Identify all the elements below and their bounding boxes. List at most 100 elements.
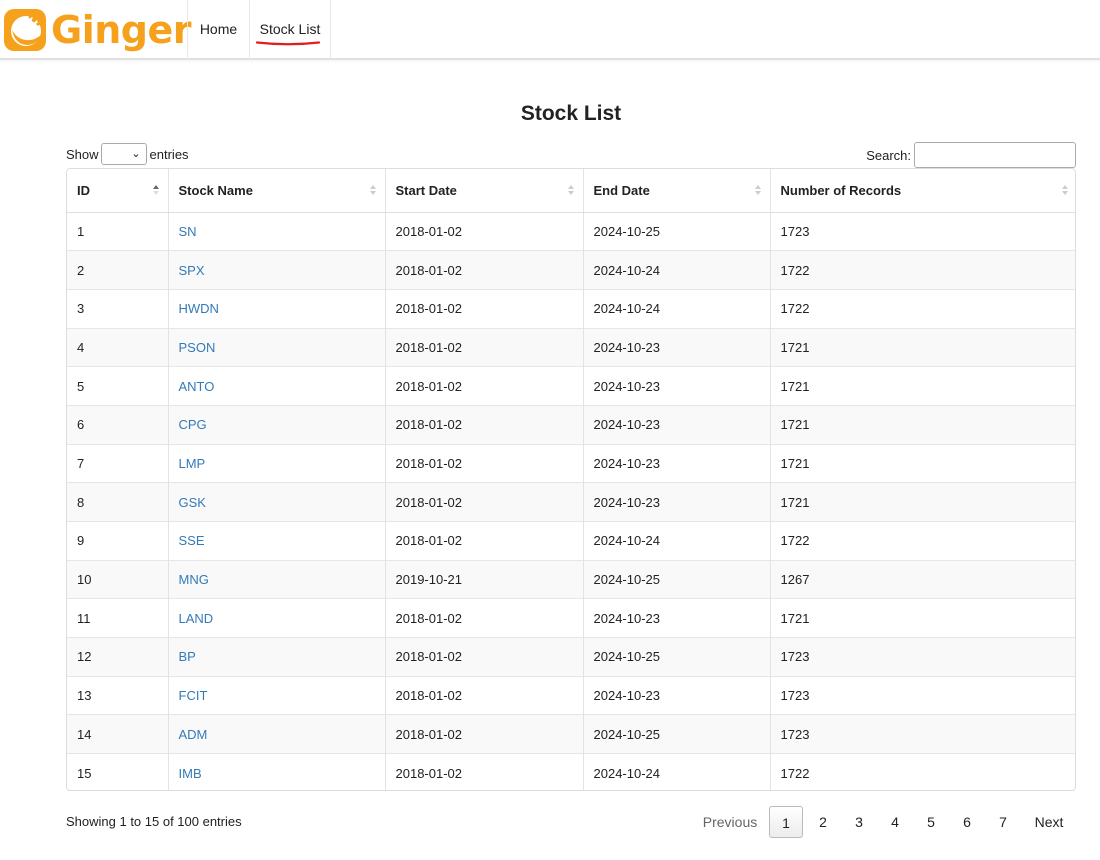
cell-id: 11	[67, 598, 168, 638]
cell-start-date: 2018-01-02	[384, 288, 583, 329]
stock-name-link[interactable]: CPG	[179, 417, 207, 432]
stock-name-link[interactable]: FCIT	[179, 688, 208, 703]
stock-name-link[interactable]: HWDN	[179, 301, 219, 316]
table-row: 4 PSON 2018-01-02 2024-10-23 1721	[67, 327, 1075, 367]
table-row: 3 HWDN 2018-01-02 2024-10-24 1722	[67, 288, 1075, 329]
ginger-logo-icon	[4, 9, 46, 51]
cell-stock-name: BP	[167, 637, 385, 677]
sort-icon	[567, 185, 574, 195]
cell-end-date: 2024-10-25	[582, 212, 770, 251]
column-header-label: ID	[77, 182, 90, 198]
stock-name-link[interactable]: MNG	[179, 572, 209, 587]
nav-home-label: Home	[199, 21, 238, 37]
stock-name-link[interactable]: BP	[179, 649, 196, 664]
nav-stock-list-label: Stock List	[259, 21, 321, 37]
table-row: 13 FCIT 2018-01-02 2024-10-23 1723	[67, 675, 1075, 715]
brand-name: Ginger	[51, 8, 191, 52]
stock-name-link[interactable]: SSE	[179, 533, 205, 548]
cell-record-count: 1722	[769, 753, 1075, 790]
column-header-label: End Date	[593, 182, 650, 198]
table-header-row: ID Stock Name Start Date End Date Number…	[67, 169, 1075, 213]
cell-record-count: 1721	[769, 598, 1075, 638]
search-control: Search:	[866, 142, 1076, 168]
stock-name-link[interactable]: SN	[179, 224, 197, 239]
cell-stock-name: SN	[167, 212, 385, 251]
pagination-page-5[interactable]: 5	[914, 806, 948, 838]
cell-start-date: 2018-01-02	[384, 327, 583, 367]
cell-record-count: 1721	[769, 366, 1075, 406]
column-header-start-date[interactable]: Start Date	[384, 169, 583, 213]
cell-end-date: 2024-10-23	[582, 366, 770, 406]
nav-home-link[interactable]: Home	[187, 0, 249, 60]
cell-start-date: 2018-01-02	[384, 714, 583, 754]
brand-logo[interactable]: Ginger	[3, 7, 191, 53]
pagination-page-4[interactable]: 4	[878, 806, 912, 838]
table-row: 9 SSE 2018-01-02 2024-10-24 1722	[67, 521, 1075, 561]
table-row: 7 LMP 2018-01-02 2024-10-23 1721	[67, 443, 1075, 483]
pagination-previous[interactable]: Previous	[698, 806, 762, 838]
pagination-next[interactable]: Next	[1024, 806, 1074, 838]
stock-table: ID Stock Name Start Date End Date Number…	[67, 169, 1075, 790]
cell-start-date: 2018-01-02	[384, 366, 583, 406]
nav-stock-list-link[interactable]: Stock List	[249, 0, 331, 60]
pagination-page-6[interactable]: 6	[950, 806, 984, 838]
cell-stock-name: SPX	[167, 250, 385, 290]
cell-start-date: 2018-01-02	[384, 637, 583, 677]
sort-ascending-icon	[152, 185, 159, 195]
cell-stock-name: HWDN	[167, 288, 385, 329]
column-header-stock-name[interactable]: Stock Name	[167, 169, 385, 213]
cell-record-count: 1723	[769, 637, 1075, 677]
cell-end-date: 2024-10-24	[582, 250, 770, 290]
cell-record-count: 1722	[769, 288, 1075, 329]
stock-name-link[interactable]: LMP	[179, 456, 206, 471]
sort-icon	[1062, 185, 1068, 195]
cell-stock-name: GSK	[167, 482, 385, 522]
cell-end-date: 2024-10-24	[582, 753, 770, 790]
cell-start-date: 2018-01-02	[384, 521, 583, 561]
cell-record-count: 1723	[769, 714, 1075, 754]
table-info: Showing 1 to 15 of 100 entries	[66, 814, 242, 829]
stock-name-link[interactable]: ADM	[179, 727, 208, 742]
stock-name-link[interactable]: GSK	[179, 495, 206, 510]
cell-stock-name: LMP	[167, 443, 385, 483]
cell-record-count: 1721	[769, 327, 1075, 367]
pagination-page-7[interactable]: 7	[986, 806, 1020, 838]
cell-id: 2	[67, 250, 168, 290]
pagination-page-2[interactable]: 2	[806, 806, 840, 838]
page-title: Stock List	[520, 102, 622, 125]
cell-stock-name: FCIT	[167, 675, 385, 715]
cell-record-count: 1721	[769, 404, 1075, 445]
cell-id: 9	[67, 521, 168, 561]
cell-end-date: 2024-10-25	[582, 559, 770, 599]
pagination-page-3[interactable]: 3	[842, 806, 876, 838]
cell-id: 1	[77, 223, 85, 239]
cell-end-date: 2024-10-23	[582, 482, 770, 522]
cell-record-count: 1723	[769, 212, 1075, 251]
stock-name-link[interactable]: SPX	[179, 263, 205, 278]
cell-id: 13	[67, 675, 168, 715]
cell-id: 4	[67, 327, 168, 367]
cell-start-date: 2018-01-02	[384, 675, 583, 715]
column-header-id[interactable]: ID	[67, 169, 168, 213]
column-header-end-date[interactable]: End Date	[582, 169, 770, 213]
cell-start-date: 2018-01-02	[384, 753, 583, 790]
cell-end-date: 2024-10-23	[582, 598, 770, 638]
cell-start-date: 2019-10-21	[384, 559, 583, 599]
stock-name-link[interactable]: LAND	[179, 611, 214, 626]
sort-icon	[754, 185, 761, 195]
cell-record-count: 1721	[769, 443, 1075, 483]
cell-stock-name: ANTO	[167, 366, 385, 406]
cell-end-date: 2024-10-23	[582, 327, 770, 367]
cell-start-date: 2018-01-02	[384, 598, 583, 638]
table-row: 5 ANTO 2018-01-02 2024-10-23 1721	[67, 366, 1075, 406]
column-header-number-of-records[interactable]: Number of Records	[769, 169, 1075, 213]
column-header-label: Stock Name	[178, 182, 253, 198]
show-label: Show	[66, 146, 99, 162]
stock-name-link[interactable]: IMB	[179, 766, 202, 781]
stock-name-link[interactable]: PSON	[179, 340, 216, 355]
search-input[interactable]	[914, 142, 1076, 168]
entries-length-select[interactable]: ⌄	[100, 143, 147, 165]
cell-stock-name: PSON	[167, 327, 385, 367]
pagination-page-1[interactable]: 1	[769, 806, 803, 838]
stock-name-link[interactable]: ANTO	[179, 379, 215, 394]
